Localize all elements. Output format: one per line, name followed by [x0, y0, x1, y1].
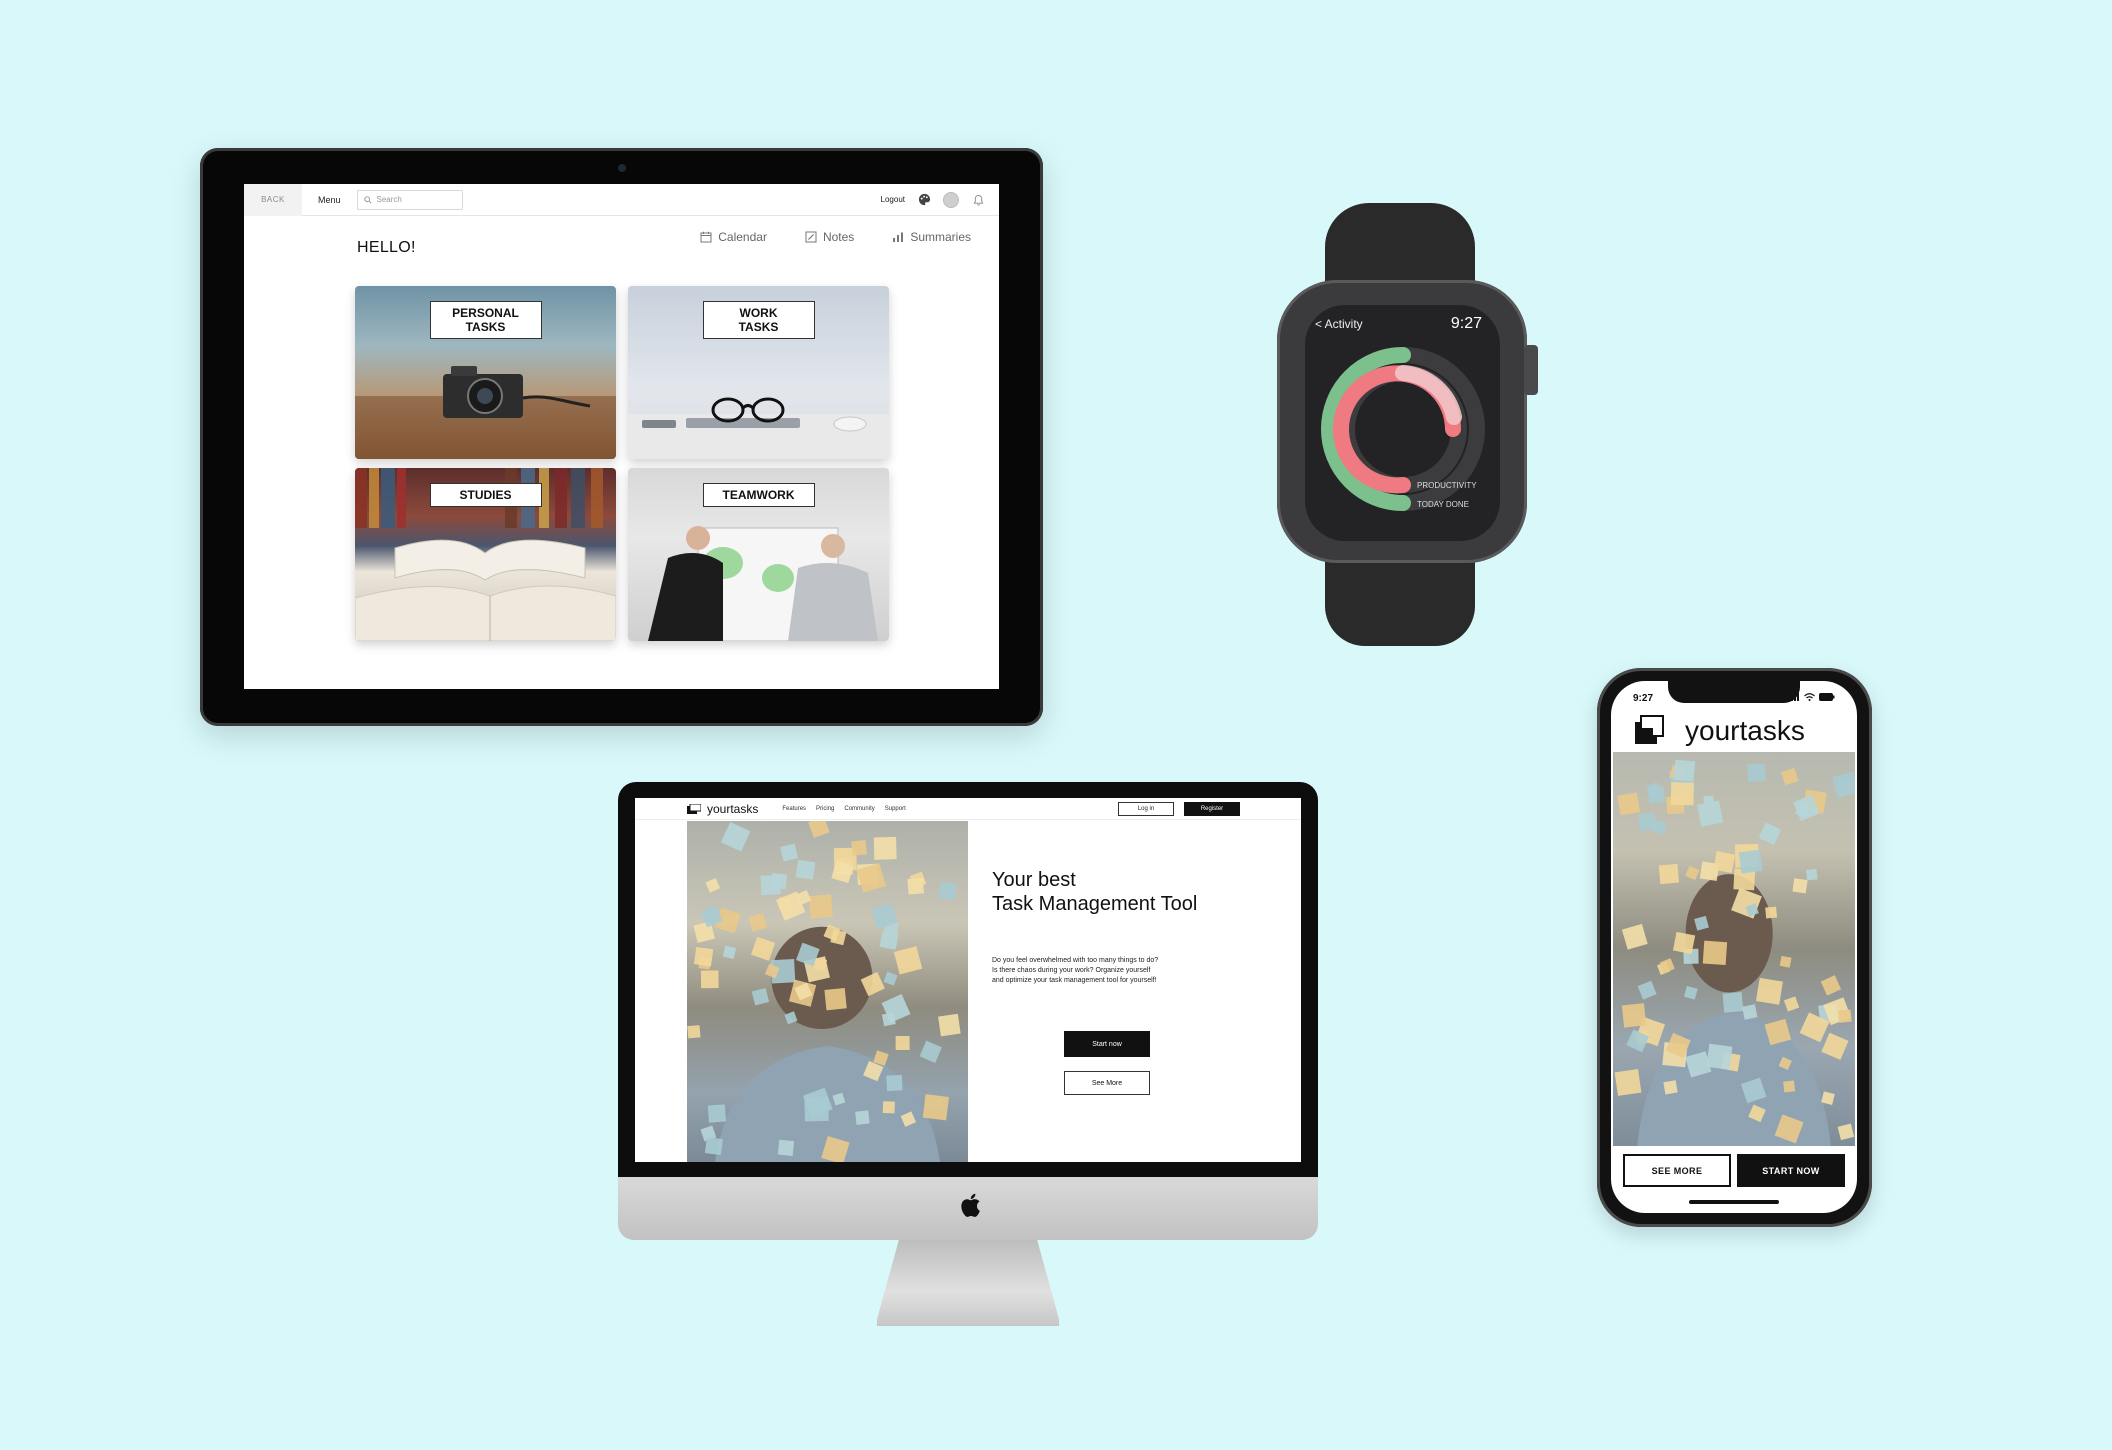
tile-label: PERSONAL TASKS [429, 301, 542, 339]
hero-description-line3: and optimize your task management tool f… [992, 977, 1157, 984]
start-now-button[interactable]: Start now [1064, 1031, 1150, 1057]
link-community[interactable]: Community [844, 806, 874, 812]
imac-screen: yourtasks Features Pricing Community Sup… [635, 798, 1301, 1162]
legend-productivity: PRODUCTIVITY [1417, 481, 1477, 490]
logout-button[interactable]: Logout [881, 195, 905, 204]
logo-icon [1635, 715, 1664, 744]
signal-icon [1788, 693, 1799, 701]
imac-stand [877, 1240, 1059, 1326]
nav-summaries-label: Summaries [910, 230, 971, 244]
watch-crown[interactable] [1524, 345, 1538, 395]
phone-hero-image [1613, 752, 1855, 1146]
page-title: HELLO! [357, 239, 416, 256]
nav-notes-label: Notes [822, 230, 855, 244]
nav-summaries[interactable]: Summaries [892, 230, 971, 244]
hero-description-line1: Do you feel overwhelmed with too many th… [992, 957, 1159, 964]
phone-status-time: 9:27 [1633, 693, 1654, 704]
nav-calendar[interactable]: Calendar [700, 230, 767, 244]
landing-logo[interactable]: yourtasks [707, 802, 758, 816]
menu-button[interactable]: Menu [318, 195, 341, 205]
link-pricing[interactable]: Pricing [816, 806, 834, 812]
link-features[interactable]: Features [782, 806, 806, 812]
link-support[interactable]: Support [885, 806, 906, 812]
tablet-screen: BACK Menu Search Logout HELLO! Calendar … [244, 184, 999, 689]
nav-calendar-label: Calendar [718, 230, 767, 244]
tile-personal-tasks[interactable]: PERSONAL TASKS [355, 286, 616, 459]
tile-label-line1: PERSONAL [452, 306, 519, 320]
topbar-right: Logout [881, 191, 999, 208]
phone-brand: yourtasks [1685, 715, 1805, 746]
chart-icon [893, 232, 904, 242]
tile-teamwork[interactable]: TEAMWORK [628, 468, 889, 641]
hero-description: Do you feel overwhelmed with too many th… [992, 956, 1212, 986]
see-more-button[interactable]: See More [1064, 1071, 1150, 1095]
tablet-topbar: BACK Menu Search Logout [244, 184, 999, 216]
hero-description-line2: Is there chaos during your work? Organiz… [992, 967, 1151, 974]
phone-status-icons [1788, 693, 1835, 701]
activity-back-button[interactable]: < Activity [1315, 317, 1363, 331]
search-input[interactable]: Search [356, 189, 463, 210]
tablet-device: BACK Menu Search Logout HELLO! Calendar … [200, 148, 1043, 726]
apple-logo-icon [961, 1193, 980, 1217]
tile-label: STUDIES [429, 483, 542, 507]
battery-icon [1819, 693, 1835, 701]
tile-label-line1: TEAMWORK [722, 488, 795, 502]
wifi-icon [1804, 693, 1815, 701]
tile-work-tasks[interactable]: WORK TASKS [628, 286, 889, 459]
home-indicator [1689, 1200, 1779, 1204]
back-button[interactable]: BACK [244, 184, 302, 216]
search-icon [363, 195, 372, 204]
activity-rings [1321, 347, 1485, 511]
calendar-icon [700, 231, 712, 243]
tile-label-line1: WORK [739, 306, 778, 320]
hero-title: Your best Task Management Tool [992, 868, 1197, 916]
see-more-button[interactable]: SEE MORE [1623, 1154, 1731, 1187]
tile-label: WORK TASKS [702, 301, 815, 339]
phone-screen: 9:27 yourtasks SEE MORE START NOW [1611, 681, 1857, 1213]
legend-today-done: TODAY DONE [1417, 500, 1470, 509]
hero-title-line1: Your best [992, 869, 1076, 891]
logo-icon [687, 803, 701, 814]
tile-label-line2: TASKS [738, 320, 779, 334]
phone-notch [1668, 681, 1800, 703]
hero-title-line2: Task Management Tool [992, 893, 1198, 915]
avatar[interactable] [943, 191, 959, 208]
palette-icon[interactable] [917, 193, 931, 207]
bell-icon[interactable] [971, 193, 985, 207]
tablet-nav: Calendar Notes Summaries [700, 230, 971, 244]
start-now-button[interactable]: START NOW [1737, 1154, 1845, 1187]
search-placeholder: Search [376, 195, 402, 204]
tablet-camera [618, 164, 626, 172]
watch-screen: < Activity 9:27 PRODUCTIVITY TODAY DONE [1305, 305, 1500, 541]
hero-image [687, 821, 968, 1162]
tile-studies[interactable]: STUDIES [355, 468, 616, 641]
notes-icon [805, 231, 817, 243]
login-button[interactable]: Log in [1118, 802, 1174, 816]
landing-links: Features Pricing Community Support [782, 806, 905, 812]
tile-label-line1: STUDIES [459, 488, 512, 502]
watch-time: 9:27 [1450, 315, 1482, 332]
tile-label-line2: TASKS [465, 320, 506, 334]
tile-label: TEAMWORK [702, 483, 815, 507]
register-button[interactable]: Register [1184, 802, 1240, 816]
nav-notes[interactable]: Notes [805, 230, 854, 244]
